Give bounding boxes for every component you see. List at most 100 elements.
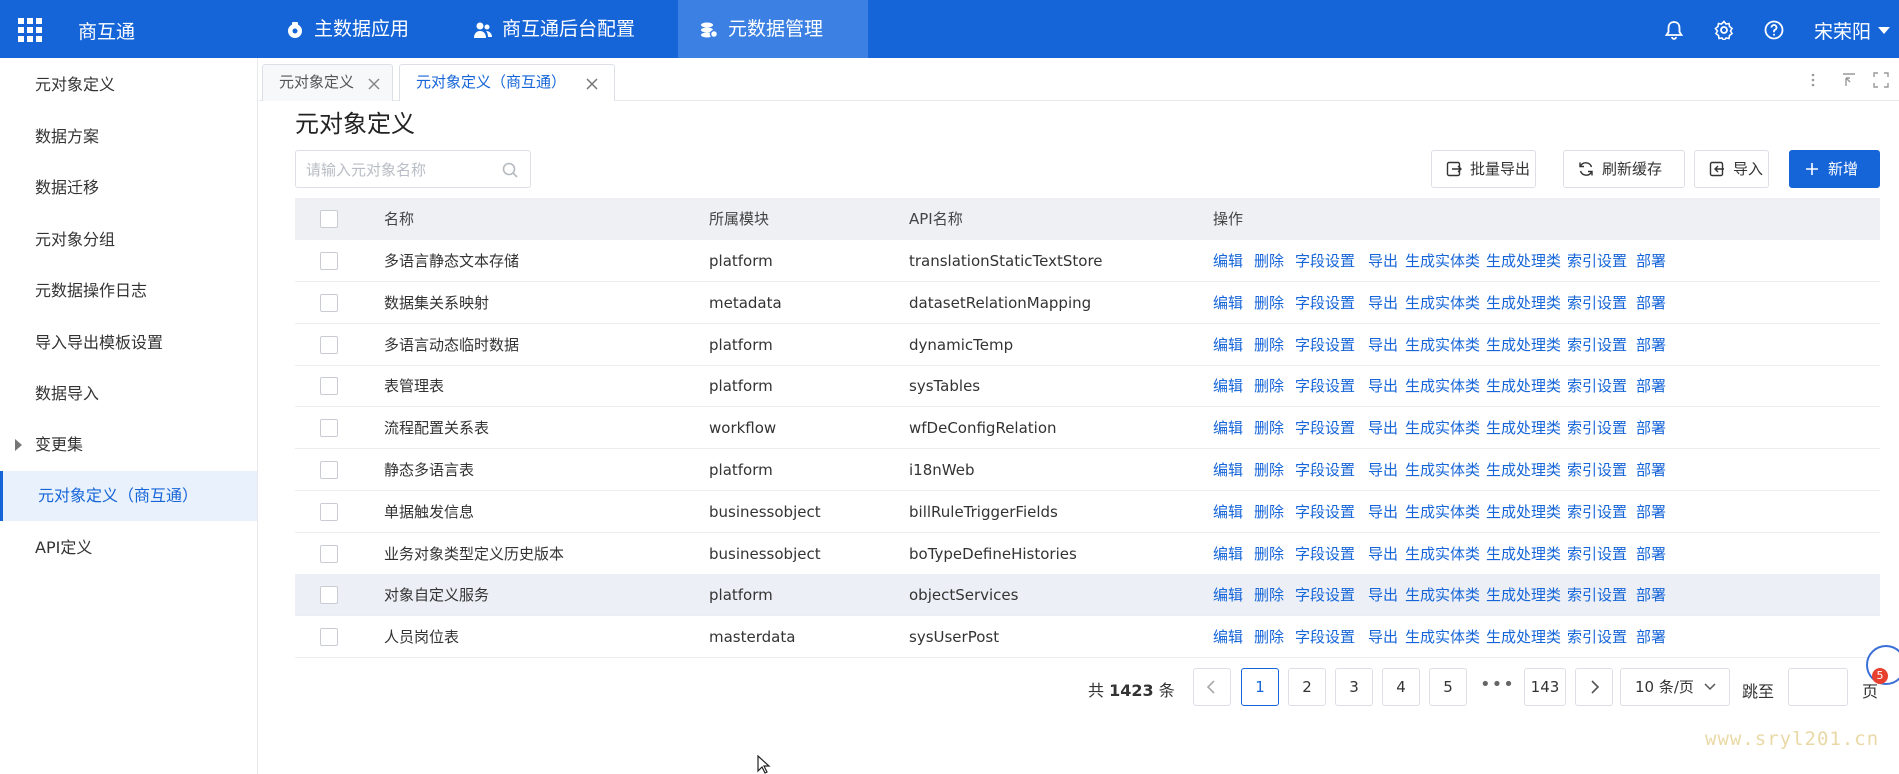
delete-link[interactable]: 删除	[1254, 533, 1284, 575]
next-page-button[interactable]	[1575, 668, 1613, 706]
deploy-link[interactable]: 部署	[1636, 533, 1666, 575]
close-icon[interactable]	[585, 77, 599, 91]
index-settings-link[interactable]: 索引设置	[1567, 365, 1627, 407]
deploy-link[interactable]: 部署	[1636, 491, 1666, 533]
deploy-link[interactable]: 部署	[1636, 240, 1666, 282]
gen-entity-link[interactable]: 生成实体类	[1405, 574, 1480, 616]
table-row[interactable]: 多语言静态文本存储 platform translationStaticTextSt…	[295, 240, 1880, 282]
gen-handler-link[interactable]: 生成处理类	[1486, 240, 1561, 282]
gen-handler-link[interactable]: 生成处理类	[1486, 324, 1561, 366]
deploy-link[interactable]: 部署	[1636, 407, 1666, 449]
field-settings-link[interactable]: 字段设置	[1295, 282, 1355, 324]
sidebar-item-metadata-log[interactable]: 元数据操作日志	[0, 266, 257, 316]
deploy-link[interactable]: 部署	[1636, 324, 1666, 366]
export-link[interactable]: 导出	[1368, 449, 1398, 491]
search-icon[interactable]	[501, 161, 519, 179]
help-icon[interactable]	[1764, 20, 1784, 40]
gen-handler-link[interactable]: 生成处理类	[1486, 449, 1561, 491]
column-header-api[interactable]: API名称	[909, 198, 963, 240]
index-settings-link[interactable]: 索引设置	[1567, 282, 1627, 324]
gen-handler-link[interactable]: 生成处理类	[1486, 616, 1561, 658]
sidebar-item-api-definition[interactable]: API定义	[0, 523, 257, 573]
field-settings-link[interactable]: 字段设置	[1295, 491, 1355, 533]
nav-tab-backend-config[interactable]: 商互通后台配置	[452, 0, 652, 58]
sidebar-item-data-migration[interactable]: 数据迁移	[0, 163, 257, 213]
index-settings-link[interactable]: 索引设置	[1567, 240, 1627, 282]
add-button[interactable]: 新增	[1789, 150, 1880, 188]
gen-entity-link[interactable]: 生成实体类	[1405, 449, 1480, 491]
delete-link[interactable]: 删除	[1254, 449, 1284, 491]
row-checkbox[interactable]	[320, 502, 338, 521]
sidebar-item-data-import[interactable]: 数据导入	[0, 369, 257, 419]
deploy-link[interactable]: 部署	[1636, 616, 1666, 658]
gen-entity-link[interactable]: 生成实体类	[1405, 407, 1480, 449]
edit-link[interactable]: 编辑	[1213, 282, 1243, 324]
gen-entity-link[interactable]: 生成实体类	[1405, 533, 1480, 575]
table-row[interactable]: 静态多语言表 platform i18nWeb 编辑 删除 字段设置 导出 生成实体类 生成处理…	[295, 449, 1880, 491]
edit-link[interactable]: 编辑	[1213, 616, 1243, 658]
export-link[interactable]: 导出	[1368, 365, 1398, 407]
index-settings-link[interactable]: 索引设置	[1567, 574, 1627, 616]
page-button-4[interactable]: 4	[1382, 668, 1420, 706]
field-settings-link[interactable]: 字段设置	[1295, 324, 1355, 366]
export-link[interactable]: 导出	[1368, 324, 1398, 366]
page-button-2[interactable]: 2	[1288, 668, 1326, 706]
brand-name[interactable]: 商互通	[78, 17, 135, 44]
edit-link[interactable]: 编辑	[1213, 574, 1243, 616]
gen-entity-link[interactable]: 生成实体类	[1405, 282, 1480, 324]
row-checkbox[interactable]	[320, 419, 338, 438]
gen-entity-link[interactable]: 生成实体类	[1405, 365, 1480, 407]
delete-link[interactable]: 删除	[1254, 616, 1284, 658]
caret-right-icon[interactable]	[15, 439, 22, 451]
nav-tab-master-data-app[interactable]: 主数据应用	[264, 0, 424, 58]
nav-tab-metadata-management[interactable]: 元数据管理	[678, 0, 868, 58]
gen-entity-link[interactable]: 生成实体类	[1405, 616, 1480, 658]
gen-handler-link[interactable]: 生成处理类	[1486, 365, 1561, 407]
export-link[interactable]: 导出	[1368, 616, 1398, 658]
table-row[interactable]: 表管理表 platform sysTables 编辑 删除 字段设置 导出 生成实体类 生成处理…	[295, 365, 1880, 408]
gen-entity-link[interactable]: 生成实体类	[1405, 240, 1480, 282]
row-checkbox[interactable]	[320, 461, 338, 479]
index-settings-link[interactable]: 索引设置	[1567, 533, 1627, 575]
export-link[interactable]: 导出	[1368, 282, 1398, 324]
deploy-link[interactable]: 部署	[1636, 449, 1666, 491]
gen-handler-link[interactable]: 生成处理类	[1486, 574, 1561, 616]
field-settings-link[interactable]: 字段设置	[1295, 449, 1355, 491]
export-link[interactable]: 导出	[1368, 533, 1398, 575]
table-row[interactable]: 流程配置关系表 workflow wfDeConfigRelation 编辑 删除 字段设…	[295, 407, 1880, 450]
edit-link[interactable]: 编辑	[1213, 449, 1243, 491]
gen-handler-link[interactable]: 生成处理类	[1486, 491, 1561, 533]
page-size-select[interactable]: 10 条/页	[1620, 668, 1730, 706]
edit-link[interactable]: 编辑	[1213, 533, 1243, 575]
field-settings-link[interactable]: 字段设置	[1295, 365, 1355, 407]
gen-entity-link[interactable]: 生成实体类	[1405, 324, 1480, 366]
gen-handler-link[interactable]: 生成处理类	[1486, 282, 1561, 324]
gen-handler-link[interactable]: 生成处理类	[1486, 533, 1561, 575]
page-button-3[interactable]: 3	[1335, 668, 1373, 706]
search-field[interactable]	[295, 150, 531, 188]
table-row[interactable]: 单据触发信息 businessobject billRuleTriggerField…	[295, 491, 1880, 533]
delete-link[interactable]: 删除	[1254, 574, 1284, 616]
index-settings-link[interactable]: 索引设置	[1567, 449, 1627, 491]
index-settings-link[interactable]: 索引设置	[1567, 407, 1627, 449]
field-settings-link[interactable]: 字段设置	[1295, 407, 1355, 449]
more-vertical-icon[interactable]	[1805, 72, 1821, 88]
field-settings-link[interactable]: 字段设置	[1295, 533, 1355, 575]
sidebar-item-data-scheme[interactable]: 数据方案	[0, 112, 257, 162]
fullscreen-icon[interactable]	[1873, 72, 1889, 88]
delete-link[interactable]: 删除	[1254, 491, 1284, 533]
table-row[interactable]: 多语言动态临时数据 platform dynamicTemp 编辑 删除 字段设置 导出 生成…	[295, 324, 1880, 366]
tab-meta-object-definition[interactable]: 元对象定义	[262, 64, 393, 101]
export-link[interactable]: 导出	[1368, 407, 1398, 449]
delete-link[interactable]: 删除	[1254, 240, 1284, 282]
edit-link[interactable]: 编辑	[1213, 324, 1243, 366]
gen-handler-link[interactable]: 生成处理类	[1486, 407, 1561, 449]
jump-page-input[interactable]	[1788, 668, 1848, 706]
row-checkbox[interactable]	[320, 335, 338, 354]
close-icon[interactable]	[367, 77, 381, 91]
export-link[interactable]: 导出	[1368, 491, 1398, 533]
deploy-link[interactable]: 部署	[1636, 282, 1666, 324]
sidebar-item-meta-object-group[interactable]: 元对象分组	[0, 215, 257, 265]
sidebar-item-meta-object-definition-sht[interactable]: 元对象定义（商互通）	[0, 471, 257, 521]
table-row[interactable]: 数据集关系映射 metadata datasetRelationMapping 编辑删…	[295, 282, 1880, 324]
